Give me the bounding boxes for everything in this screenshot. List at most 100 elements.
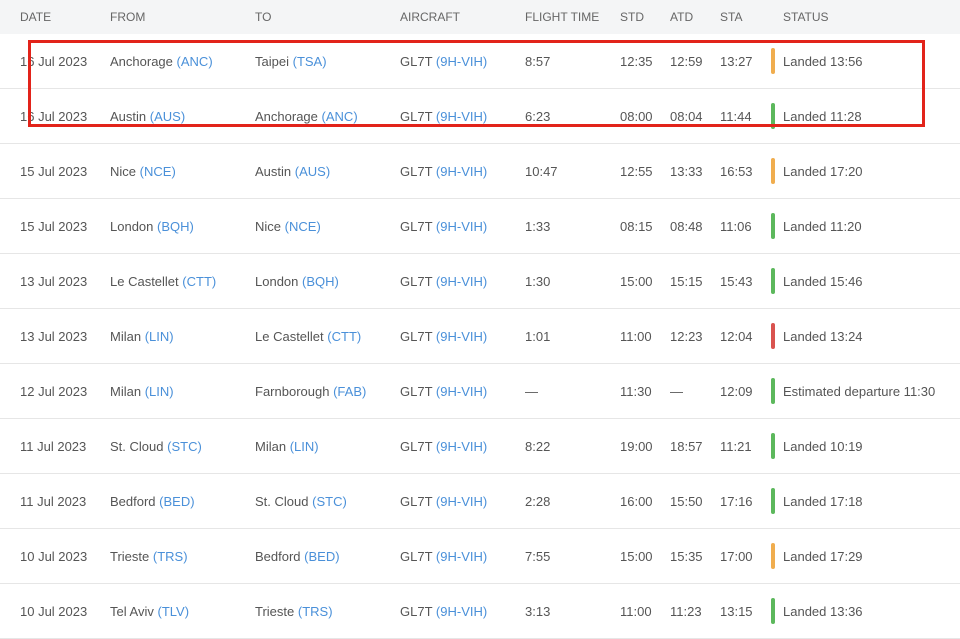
aircraft-reg-link[interactable]: (9H-VIH) <box>436 384 487 399</box>
table-body: 16 Jul 2023Anchorage (ANC)Taipei (TSA)GL… <box>0 34 960 639</box>
cell-to: Austin (AUS) <box>255 164 400 179</box>
airport-code-link[interactable]: (ANC) <box>322 109 358 124</box>
status-bar-icon <box>771 488 775 514</box>
cell-atd: 15:35 <box>670 549 720 564</box>
col-status[interactable]: STATUS <box>775 10 960 24</box>
col-atd[interactable]: ATD <box>670 10 720 24</box>
table-row[interactable]: 13 Jul 2023Le Castellet (CTT)London (BQH… <box>0 254 960 309</box>
airport-code-link[interactable]: (TSA) <box>293 54 327 69</box>
table-row[interactable]: 12 Jul 2023Milan (LIN)Farnborough (FAB)G… <box>0 364 960 419</box>
cell-to: London (BQH) <box>255 274 400 289</box>
aircraft-reg-link[interactable]: (9H-VIH) <box>436 549 487 564</box>
status-bar-icon <box>771 543 775 569</box>
table-row[interactable]: 15 Jul 2023Nice (NCE)Austin (AUS)GL7T (9… <box>0 144 960 199</box>
aircraft-reg-link[interactable]: (9H-VIH) <box>436 109 487 124</box>
airport-code-link[interactable]: (FAB) <box>333 384 366 399</box>
cell-std: 11:00 <box>620 329 670 344</box>
cell-from: Tel Aviv (TLV) <box>110 604 255 619</box>
airport-code-link[interactable]: (CTT) <box>327 329 361 344</box>
airport-code-link[interactable]: (LIN) <box>290 439 319 454</box>
aircraft-reg-link[interactable]: (9H-VIH) <box>436 164 487 179</box>
col-from[interactable]: FROM <box>110 10 255 24</box>
col-to[interactable]: TO <box>255 10 400 24</box>
cell-status: Landed 13:24 <box>775 329 960 344</box>
col-std[interactable]: STD <box>620 10 670 24</box>
table-row[interactable]: 13 Jul 2023Milan (LIN)Le Castellet (CTT)… <box>0 309 960 364</box>
table-row[interactable]: 11 Jul 2023Bedford (BED)St. Cloud (STC)G… <box>0 474 960 529</box>
table-row[interactable]: 10 Jul 2023Tel Aviv (TLV)Trieste (TRS)GL… <box>0 584 960 639</box>
status-bar-icon <box>771 268 775 294</box>
cell-aircraft: GL7T (9H-VIH) <box>400 274 525 289</box>
table-row[interactable]: 16 Jul 2023Austin (AUS)Anchorage (ANC)GL… <box>0 89 960 144</box>
cell-status: Landed 11:20 <box>775 219 960 234</box>
col-sta[interactable]: STA <box>720 10 770 24</box>
aircraft-reg-link[interactable]: (9H-VIH) <box>436 494 487 509</box>
airport-code-link[interactable]: (TRS) <box>153 549 188 564</box>
cell-status: Landed 13:36 <box>775 604 960 619</box>
airport-code-link[interactable]: (STC) <box>167 439 202 454</box>
table-row[interactable]: 16 Jul 2023Anchorage (ANC)Taipei (TSA)GL… <box>0 34 960 89</box>
cell-date: 13 Jul 2023 <box>20 329 110 344</box>
cell-aircraft: GL7T (9H-VIH) <box>400 329 525 344</box>
cell-aircraft: GL7T (9H-VIH) <box>400 439 525 454</box>
cell-aircraft: GL7T (9H-VIH) <box>400 164 525 179</box>
table-row[interactable]: 15 Jul 2023London (BQH)Nice (NCE)GL7T (9… <box>0 199 960 254</box>
col-date[interactable]: DATE <box>20 10 110 24</box>
aircraft-reg-link[interactable]: (9H-VIH) <box>436 54 487 69</box>
cell-from: Austin (AUS) <box>110 109 255 124</box>
cell-std: 08:15 <box>620 219 670 234</box>
aircraft-reg-link[interactable]: (9H-VIH) <box>436 274 487 289</box>
airport-code-link[interactable]: (NCE) <box>285 219 321 234</box>
cell-sta: 16:53 <box>720 164 770 179</box>
col-aircraft[interactable]: AIRCRAFT <box>400 10 525 24</box>
cell-from: Bedford (BED) <box>110 494 255 509</box>
cell-sta: 12:04 <box>720 329 770 344</box>
table-row[interactable]: 10 Jul 2023Trieste (TRS)Bedford (BED)GL7… <box>0 529 960 584</box>
cell-date: 11 Jul 2023 <box>20 494 110 509</box>
airport-code-link[interactable]: (ANC) <box>177 54 213 69</box>
cell-atd: 08:04 <box>670 109 720 124</box>
airport-code-link[interactable]: (LIN) <box>145 384 174 399</box>
airport-code-link[interactable]: (TRS) <box>298 604 333 619</box>
cell-flighttime: 6:23 <box>525 109 620 124</box>
cell-from: Nice (NCE) <box>110 164 255 179</box>
status-bar-icon <box>771 598 775 624</box>
status-bar-icon <box>771 103 775 129</box>
airport-code-link[interactable]: (STC) <box>312 494 347 509</box>
airport-code-link[interactable]: (CTT) <box>182 274 216 289</box>
aircraft-reg-link[interactable]: (9H-VIH) <box>436 439 487 454</box>
airport-code-link[interactable]: (NCE) <box>140 164 176 179</box>
cell-sta: 12:09 <box>720 384 770 399</box>
airport-code-link[interactable]: (TLV) <box>157 604 189 619</box>
cell-std: 08:00 <box>620 109 670 124</box>
airport-code-link[interactable]: (AUS) <box>150 109 185 124</box>
airport-code-link[interactable]: (BQH) <box>157 219 194 234</box>
airport-code-link[interactable]: (BQH) <box>302 274 339 289</box>
aircraft-reg-link[interactable]: (9H-VIH) <box>436 219 487 234</box>
cell-sta: 11:21 <box>720 439 770 454</box>
cell-atd: 12:59 <box>670 54 720 69</box>
cell-to: Trieste (TRS) <box>255 604 400 619</box>
airport-code-link[interactable]: (LIN) <box>145 329 174 344</box>
cell-date: 10 Jul 2023 <box>20 549 110 564</box>
cell-flighttime: 10:47 <box>525 164 620 179</box>
airport-code-link[interactable]: (AUS) <box>295 164 330 179</box>
cell-status: Landed 11:28 <box>775 109 960 124</box>
cell-std: 16:00 <box>620 494 670 509</box>
cell-sta: 11:06 <box>720 219 770 234</box>
cell-status: Landed 17:20 <box>775 164 960 179</box>
table-row[interactable]: 11 Jul 2023St. Cloud (STC)Milan (LIN)GL7… <box>0 419 960 474</box>
aircraft-reg-link[interactable]: (9H-VIH) <box>436 604 487 619</box>
cell-flighttime: 1:01 <box>525 329 620 344</box>
col-flighttime[interactable]: FLIGHT TIME <box>525 10 620 24</box>
cell-to: Bedford (BED) <box>255 549 400 564</box>
cell-status: Landed 10:19 <box>775 439 960 454</box>
cell-std: 15:00 <box>620 274 670 289</box>
cell-sta: 17:16 <box>720 494 770 509</box>
cell-flighttime: 7:55 <box>525 549 620 564</box>
airport-code-link[interactable]: (BED) <box>304 549 339 564</box>
airport-code-link[interactable]: (BED) <box>159 494 194 509</box>
aircraft-reg-link[interactable]: (9H-VIH) <box>436 329 487 344</box>
cell-aircraft: GL7T (9H-VIH) <box>400 219 525 234</box>
cell-flighttime: 8:57 <box>525 54 620 69</box>
